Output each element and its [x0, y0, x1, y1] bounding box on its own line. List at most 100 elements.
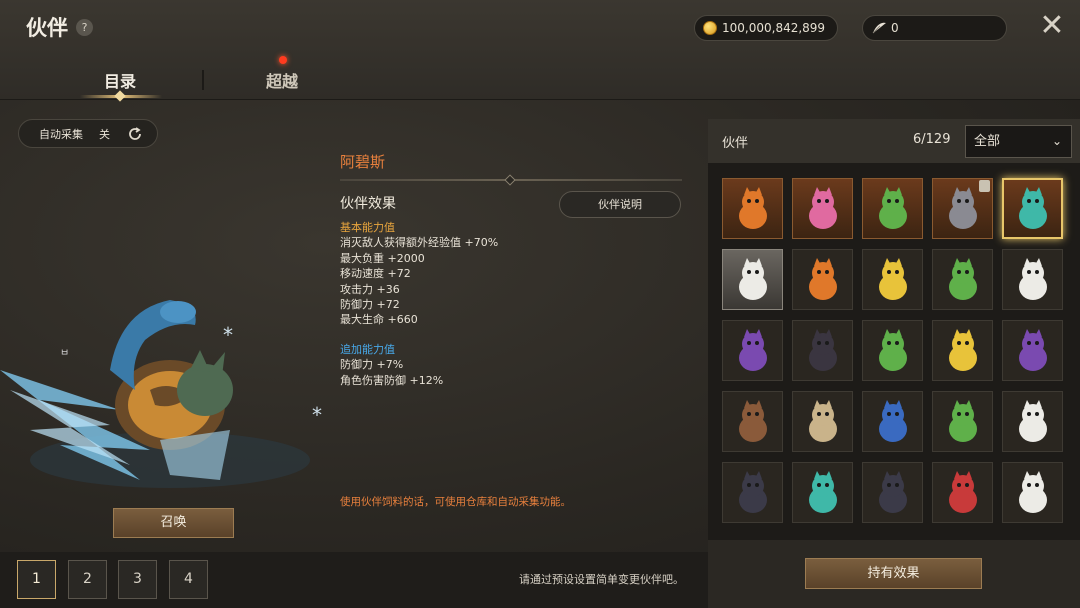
lock-badge-icon	[979, 180, 990, 192]
green-frog-icon	[878, 186, 907, 229]
companion-slot[interactable]	[722, 462, 783, 523]
svg-text:*: *	[312, 403, 322, 427]
pet-name: 阿碧斯	[340, 153, 386, 171]
companion-slot[interactable]	[932, 249, 993, 310]
filter-value: 全部	[974, 134, 1001, 149]
companion-artwork: ㅂ * *	[0, 300, 322, 488]
teal-dino-icon	[808, 470, 837, 513]
green-girl-icon	[948, 399, 977, 442]
gold-counter: 100,000,842,899	[694, 15, 838, 41]
companion-slot[interactable]	[792, 462, 853, 523]
stat-line: 防御力 +7%	[340, 358, 404, 372]
preset-2-button[interactable]: 2	[68, 560, 107, 599]
chevron-down-icon: ⌄	[1051, 134, 1062, 148]
stat-line: 移动速度 +72	[340, 267, 411, 281]
yellow-chick-icon	[948, 328, 977, 371]
preset-hint: 请通过预设设置简单变更伙伴吧。	[519, 573, 684, 586]
companion-slot[interactable]	[1002, 391, 1063, 452]
tab-catalog[interactable]: 目录	[104, 68, 136, 92]
white-cat-icon	[1018, 470, 1047, 513]
pet-explain-button[interactable]: 伙伴说明	[559, 191, 681, 218]
companion-slot[interactable]	[932, 391, 993, 452]
owned-count: 6/129	[913, 132, 951, 147]
filter-dropdown[interactable]: 全部 ⌄	[965, 125, 1072, 158]
gold-coin-icon	[703, 21, 717, 35]
beige-bag-icon	[808, 399, 837, 442]
svg-text:ㅂ: ㅂ	[60, 348, 69, 359]
companion-slot[interactable]	[792, 249, 853, 310]
red-dragon-icon	[948, 470, 977, 513]
teal-dragon-icon	[1018, 186, 1047, 229]
purple-witch-icon	[1018, 328, 1047, 371]
preset-4-button[interactable]: 4	[169, 560, 208, 599]
base-stats-title: 基本能力值	[340, 221, 395, 234]
companion-slot[interactable]	[862, 320, 923, 381]
svg-text:*: *	[223, 323, 233, 347]
orange-lion-icon	[738, 186, 767, 229]
effect-title: 伙伴效果	[340, 196, 396, 212]
companion-slot[interactable]	[722, 249, 783, 310]
auto-collect-label: 自动采集	[39, 127, 83, 141]
companion-slot[interactable]	[792, 320, 853, 381]
hold-effect-button[interactable]: 持有效果	[805, 558, 982, 589]
blue-dragon-icon	[878, 399, 907, 442]
stat-line: 角色伤害防御 +12%	[340, 373, 444, 387]
feather-amount: 0	[891, 21, 899, 35]
stat-line: 最大生命 +660	[340, 313, 418, 327]
preset-3-button[interactable]: 3	[118, 560, 157, 599]
extra-stats: 追加能力值 防御力 +7% 角色伤害防御 +12%	[340, 342, 443, 388]
orange-bird-icon	[808, 257, 837, 300]
extra-stats-title: 追加能力值	[340, 343, 395, 356]
page-title: 伙伴	[26, 16, 68, 40]
feather-counter: 0	[862, 15, 1007, 41]
stat-line: 最大负重 +2000	[340, 251, 425, 265]
stat-line: 防御力 +72	[340, 298, 400, 312]
white-chick-icon	[738, 257, 767, 300]
companion-slot[interactable]	[862, 178, 923, 239]
panel-title: 伙伴	[722, 136, 749, 151]
companion-slot[interactable]	[862, 391, 923, 452]
companion-slot[interactable]	[792, 178, 853, 239]
auto-collect-state: 关	[99, 127, 110, 141]
companion-slot[interactable]	[932, 320, 993, 381]
black-dragon-icon	[808, 328, 837, 371]
dark-bird-icon	[878, 470, 907, 513]
white-dog-icon	[1018, 399, 1047, 442]
feed-note: 使用伙伴饲料的话，可使用仓库和自动采集功能。	[340, 496, 571, 508]
help-icon[interactable]: ?	[76, 19, 93, 36]
companion-slot[interactable]	[722, 320, 783, 381]
companion-slot[interactable]	[1002, 462, 1063, 523]
companion-slot[interactable]	[1002, 178, 1063, 239]
gray-wolf-icon	[948, 186, 977, 229]
dark-wolf-icon	[738, 470, 767, 513]
companion-slot[interactable]	[862, 249, 923, 310]
gold-amount: 100,000,842,899	[722, 21, 826, 35]
summon-button[interactable]: 召唤	[113, 508, 234, 538]
auto-collect-toggle[interactable]: 自动采集 关	[18, 119, 158, 148]
close-button[interactable]: ✕	[1036, 11, 1068, 43]
purple-cat-icon	[738, 328, 767, 371]
green-sprout-icon	[948, 257, 977, 300]
green-dragon-icon	[878, 328, 907, 371]
tab-divider	[202, 70, 204, 90]
stat-line: 攻击力 +36	[340, 282, 400, 296]
companion-slot[interactable]	[722, 391, 783, 452]
yellow-bug-icon	[878, 257, 907, 300]
refresh-icon[interactable]	[127, 126, 143, 142]
companion-slot[interactable]	[862, 462, 923, 523]
tab-transcend[interactable]: 超越	[266, 68, 298, 92]
pink-dragon-icon	[808, 186, 837, 229]
stat-line: 消灭敌人获得额外经验值 +70%	[340, 236, 499, 250]
companion-slot[interactable]	[792, 391, 853, 452]
companion-slot[interactable]	[1002, 320, 1063, 381]
companion-slot[interactable]	[1002, 249, 1063, 310]
companion-slot[interactable]	[932, 462, 993, 523]
preset-1-button[interactable]: 1	[17, 560, 56, 599]
alert-dot	[279, 56, 287, 64]
base-stats: 基本能力值 消灭敌人获得额外经验值 +70% 最大负重 +2000 移动速度 +…	[340, 220, 498, 328]
companion-slot[interactable]	[722, 178, 783, 239]
companion-slot[interactable]	[932, 178, 993, 239]
white-tiger-icon	[1018, 257, 1047, 300]
brown-bird-icon	[738, 399, 767, 442]
feather-icon	[872, 22, 886, 34]
